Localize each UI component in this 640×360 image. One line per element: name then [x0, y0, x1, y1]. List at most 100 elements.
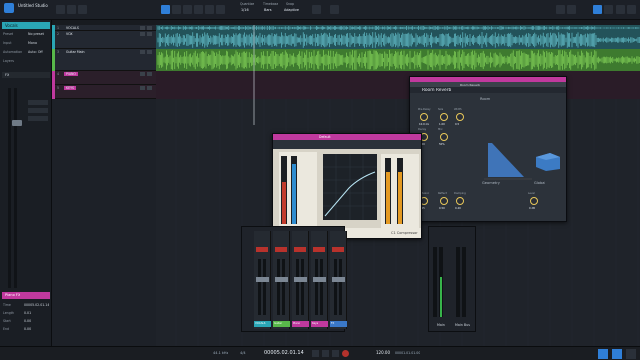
solo-button[interactable]	[147, 32, 152, 36]
inspector-row-value[interactable]: No preset	[28, 32, 50, 36]
inspector-row-value[interactable]: Auto: Off	[28, 50, 50, 54]
track-color-strip	[52, 49, 55, 71]
inspector-button-2[interactable]	[28, 108, 48, 113]
track-color-strip	[52, 85, 55, 99]
rewind-button[interactable]	[312, 350, 319, 357]
compressor-footer-label: C1 Compressor	[391, 231, 418, 235]
track-color-strip	[52, 31, 55, 49]
mixer-channel-strip: Keys	[311, 231, 328, 329]
inspector-button-1[interactable]	[28, 100, 48, 105]
settings-button[interactable]	[567, 5, 576, 14]
channel-meter	[334, 259, 337, 315]
play-button[interactable]	[332, 350, 339, 357]
inspector-track-header[interactable]: Vocals	[2, 22, 50, 29]
channel-meter-r	[339, 259, 342, 315]
undo-button[interactable]	[67, 5, 76, 14]
record-button[interactable]	[342, 350, 349, 357]
edit-panel-button[interactable]	[598, 349, 608, 359]
mute-button[interactable]	[140, 72, 145, 76]
app-title: Untitled Studio	[18, 3, 48, 8]
channel-record-button[interactable]	[313, 247, 325, 252]
channel-fader-handle[interactable]	[294, 277, 307, 282]
channel-meter	[296, 259, 299, 315]
channel-record-button[interactable]	[256, 247, 268, 252]
channel-fader-handle[interactable]	[332, 277, 345, 282]
paint-tool-button[interactable]	[205, 5, 214, 14]
menu-button[interactable]	[56, 5, 65, 14]
solo-button[interactable]	[147, 50, 152, 54]
solo-button[interactable]	[147, 86, 152, 90]
eraser-tool-button[interactable]	[194, 5, 203, 14]
main-meter-level	[440, 277, 442, 317]
browse-view-button[interactable]	[616, 5, 625, 14]
channel-record-button[interactable]	[332, 247, 344, 252]
reverb-knob[interactable]	[440, 197, 448, 205]
channel-record-button[interactable]	[294, 247, 306, 252]
reverb-preset-name[interactable]: Room Reverb	[460, 83, 480, 87]
track-row[interactable]: 3 Guitar Main	[52, 49, 156, 71]
snap-value[interactable]: Adaptive	[284, 8, 299, 12]
search-button[interactable]	[556, 5, 565, 14]
mute-button[interactable]	[140, 86, 145, 90]
channel-meter	[277, 259, 280, 315]
tempo-display[interactable]: 120.00	[376, 350, 390, 355]
bottom-track-header[interactable]: Piano FX	[2, 292, 50, 299]
track-row[interactable]: 4 PIANO	[52, 71, 156, 85]
split-tool-button[interactable]	[183, 5, 192, 14]
mute-tool-button[interactable]	[216, 5, 225, 14]
options-button[interactable]	[627, 5, 636, 14]
stop-button[interactable]	[322, 350, 329, 357]
mute-button[interactable]	[140, 32, 145, 36]
track-name[interactable]: KEYS	[64, 86, 77, 90]
reverb-knob[interactable]	[440, 113, 448, 121]
loop-start: 00001.01.01.00	[395, 351, 421, 355]
inspector-bottom-value: 00005.02.01.14	[24, 303, 50, 307]
reverb-knob[interactable]	[530, 197, 538, 205]
mute-button[interactable]	[140, 50, 145, 54]
auto-scroll-button[interactable]	[312, 5, 321, 14]
compressor-preset[interactable]: Default	[319, 135, 331, 139]
mix-view-button[interactable]	[604, 5, 613, 14]
mixer-channel-strip: FX	[330, 231, 347, 329]
output-meter-left-level	[386, 172, 390, 224]
track-name[interactable]: Guitar Main	[64, 50, 87, 54]
track-row[interactable]: 5 KEYS	[52, 85, 156, 99]
compressor-window: Default C1 Compressor	[272, 133, 422, 239]
inspector-fader-handle[interactable]	[12, 120, 22, 126]
track-number: 1	[57, 26, 60, 30]
timebase-value[interactable]: Bars	[264, 8, 272, 12]
reverb-knob-label: Decay	[418, 128, 427, 131]
track-name[interactable]: PIANO	[64, 72, 78, 76]
inspector-button-3[interactable]	[28, 116, 48, 121]
track-name[interactable]: VOX	[64, 32, 75, 36]
arrow-tool-button[interactable]	[161, 5, 170, 14]
range-tool-button[interactable]	[172, 5, 181, 14]
reverb-knob[interactable]	[456, 197, 464, 205]
edit-view-button[interactable]	[593, 5, 602, 14]
reverb-knob[interactable]	[440, 133, 448, 141]
sample-rate: 44.1 kHz	[213, 351, 229, 355]
reverb-knob[interactable]	[456, 113, 464, 121]
channel-fader-handle[interactable]	[275, 277, 288, 282]
solo-button[interactable]	[147, 72, 152, 76]
redo-button[interactable]	[78, 5, 87, 14]
mute-button[interactable]	[140, 26, 145, 30]
track-row[interactable]: 2 VOX	[52, 31, 156, 49]
browse-panel-button[interactable]	[626, 349, 636, 359]
inspector-row-value[interactable]: Mono	[28, 41, 50, 45]
channel-fader-handle[interactable]	[256, 277, 269, 282]
solo-button[interactable]	[147, 26, 152, 30]
reverb-knob[interactable]	[420, 113, 428, 121]
channel-meter	[258, 259, 261, 315]
grid-button[interactable]	[330, 5, 339, 14]
reverb-knob-label: Reflect	[438, 192, 447, 195]
channel-fader-handle[interactable]	[313, 277, 326, 282]
reverb-section-label: Global	[534, 181, 546, 185]
channel-meter-r	[301, 259, 304, 315]
track-name[interactable]: VOCALS	[64, 26, 81, 30]
channel-name: Keys	[312, 322, 319, 325]
inspector-bottom-label: End	[3, 327, 10, 331]
quantize-value[interactable]: 1/16	[241, 8, 249, 12]
channel-record-button[interactable]	[275, 247, 287, 252]
mix-panel-button[interactable]	[612, 349, 622, 359]
